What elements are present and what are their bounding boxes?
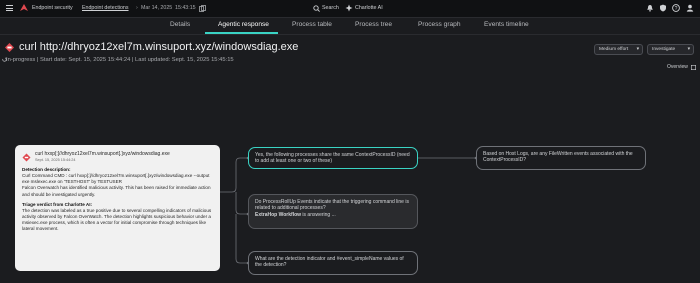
connector-summary-to-node-3 <box>235 192 248 215</box>
graph-node-detection-indicator[interactable]: What are the detection indicator and #ev… <box>248 251 418 275</box>
connector-summary-to-node-1 <box>220 157 248 193</box>
triage-verdict-heading: Triage verdict from Charlotte AI: <box>22 201 93 207</box>
graph-node-processrollup[interactable]: Do ProcessRollUp Events indicate that th… <box>248 194 418 229</box>
detection-alert-icon <box>22 153 31 162</box>
extrahop-workflow-label: ExtraHop Workflow <box>255 211 302 218</box>
detection-summary-card[interactable]: curl hxxp[:]//dhryoz12xel7m.winsuport[.]… <box>15 145 220 271</box>
triage-verdict-text: The detection was labeled as a true posi… <box>22 207 212 232</box>
graph-node-text: Based on Host Logs, are any FileWritten … <box>483 151 633 164</box>
graph-node-status-text: is answering ... <box>301 211 336 218</box>
summary-timestamp: Sept. 15, 2025 15:44:24 <box>35 158 76 163</box>
graph-node-text: Yes, the following processes share the s… <box>255 152 410 165</box>
connector-summary-to-node-4 <box>235 214 248 264</box>
graph-node-filewritten[interactable]: Based on Host Logs, are any FileWritten … <box>476 146 646 170</box>
graph-node-text: Do ProcessRollUp Events indicate that th… <box>255 199 409 212</box>
graph-node-context-process[interactable]: Yes, the following processes share the s… <box>248 147 418 169</box>
detection-description-heading: Detection description: <box>22 167 71 173</box>
graph-node-text: What are the detection indicator and #ev… <box>255 256 404 269</box>
detection-description-text-2: Falcon Overwatch has identified maliciou… <box>22 185 211 197</box>
detection-description-text: Curl Command CMD : curl hxxp[:]//dhryoz1… <box>22 173 210 185</box>
